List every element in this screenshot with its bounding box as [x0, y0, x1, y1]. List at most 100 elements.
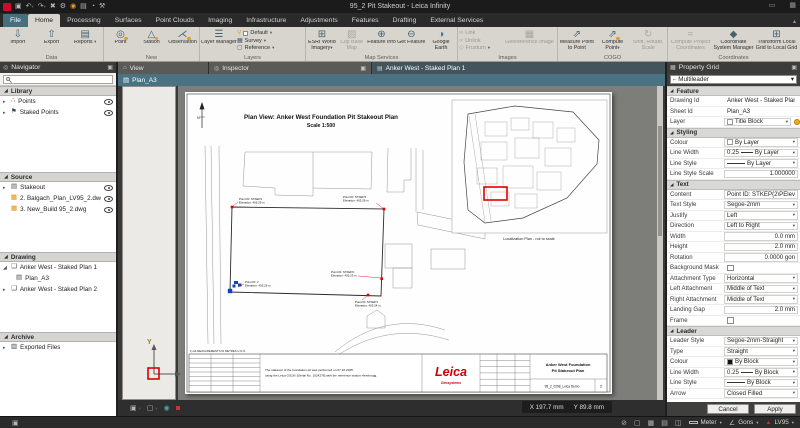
row-sheet-id[interactable]: Sheet IdPlan_A3	[667, 107, 800, 118]
row-justify[interactable]: JustifyLeft▾	[667, 211, 800, 222]
row-leader-line-style[interactable]: Line StyleBy Block▾	[667, 378, 800, 389]
tab-home[interactable]: Home	[28, 14, 60, 27]
background-mask-checkbox[interactable]	[727, 265, 734, 272]
row-line-style-scale[interactable]: Line Style Scale1.000000	[667, 169, 800, 180]
google-earth-button[interactable]: ◑Google Earth	[426, 28, 456, 53]
layer-checkbox[interactable]	[243, 31, 248, 36]
row-leader-type[interactable]: TypeStraight▾	[667, 347, 800, 358]
book-icon[interactable]: ◫	[675, 419, 682, 427]
visibility-eye-icon[interactable]	[104, 196, 113, 202]
tab-inspector[interactable]: ◎Inspector▣	[209, 62, 371, 74]
search-input[interactable]	[3, 75, 113, 84]
row-attachment-type[interactable]: Attachment TypeHorizontal▾	[667, 274, 800, 285]
library-section-header[interactable]: ◢Library	[0, 86, 116, 96]
import-button[interactable]: ⇩Import	[1, 28, 35, 53]
archive-section-header[interactable]: ◢Archive	[0, 332, 116, 342]
row-line-style[interactable]: Line StyleBy Layer▾	[667, 159, 800, 170]
row-landing-gap[interactable]: Landing Gap2.0 mm	[667, 305, 800, 316]
output-panel-icon[interactable]: ▣	[0, 419, 19, 427]
transform-local-grid-button[interactable]: ⊞Transform Local Grid to Local Grid	[755, 28, 798, 53]
tab-external-services[interactable]: External Services	[423, 14, 490, 27]
plan-sheet[interactable]: N Plan View: Anker West Foundation Pit S…	[185, 92, 612, 394]
nav-item-dwg-newbuild[interactable]: ▦3. New_Build 95_2.dwg	[0, 204, 116, 215]
tab-imaging[interactable]: Imaging	[201, 14, 239, 27]
section-styling[interactable]: ◢Styling	[667, 128, 800, 138]
pin-icon[interactable]: ▣	[360, 65, 366, 72]
nav-item-dwg-balgach[interactable]: ▦2. Balgach_Plan_LV95_2.dwg	[0, 193, 116, 204]
snap-mode-icon[interactable]: ▣ ▾	[130, 404, 141, 412]
row-left-attachment[interactable]: Left AttachmentMiddle of Text▾	[667, 284, 800, 295]
pin-icon[interactable]: ▣	[791, 64, 797, 71]
angle-unit-select[interactable]: ∠ Gons▾	[729, 419, 759, 427]
tab-staked-plan-1[interactable]: ▤Anker West - Staked Plan 1	[372, 62, 665, 74]
drawing-canvas[interactable]: N Plan View: Anker West Foundation Pit S…	[178, 86, 663, 400]
grid-icon[interactable]: ▦	[648, 419, 655, 427]
tab-drafting[interactable]: Drafting	[386, 14, 424, 27]
row-frame[interactable]: Frame	[667, 316, 800, 327]
section-leader[interactable]: ◢Leader	[667, 326, 800, 336]
multileader-select[interactable]: ⌐ Multileader▾	[670, 75, 797, 84]
nav-item-stakeout[interactable]: ▸▤Stakeout	[0, 182, 116, 193]
visibility-eye-icon[interactable]	[104, 207, 113, 213]
row-background-mask[interactable]: Background Mask	[667, 263, 800, 274]
minimize-icon[interactable]: ▭	[769, 1, 776, 9]
row-leader-line-width[interactable]: Line Width0.25By Block▾	[667, 368, 800, 379]
layer-manager-button[interactable]: ☰Layer Manager	[201, 28, 237, 53]
tab-features[interactable]: Features	[345, 14, 386, 27]
distance-unit-select[interactable]: Meter▾	[689, 419, 722, 426]
row-right-attachment[interactable]: Right AttachmentMiddle of Text▾	[667, 295, 800, 306]
ribbon-collapse-icon[interactable]: ▴	[793, 18, 796, 25]
reports-button[interactable]: ▤Reports ▾	[68, 28, 102, 53]
layer-survey-select[interactable]: ▦Survey▾	[237, 38, 304, 44]
crs-select[interactable]: ▲ LV95▾	[766, 419, 794, 426]
observation-button[interactable]: ⋌Observation	[167, 28, 198, 53]
compute-point-button[interactable]: ⇗Compute Point▾	[595, 28, 631, 53]
coordinate-system-manager-button[interactable]: ◆Coordinate System Manager	[712, 28, 755, 53]
visibility-eye-icon[interactable]	[104, 99, 113, 105]
sheet-tab-plan-a3[interactable]: ▤Plan_A3	[118, 74, 665, 86]
row-leader-colour[interactable]: ColourBy Block▾	[667, 357, 800, 368]
station-button[interactable]: △Station	[136, 28, 167, 53]
nav-item-staked-plan-2[interactable]: ▸❏Anker West - Staked Plan 2	[0, 284, 116, 295]
canvas-scrollbar[interactable]	[657, 86, 663, 400]
tab-surfaces[interactable]: Surfaces	[108, 14, 149, 27]
drawing-section-header[interactable]: ◢Drawing	[0, 252, 116, 262]
ortho-mode-icon[interactable]: ▢ ▾	[147, 404, 158, 412]
nav-item-exported-files[interactable]: ▸▥Exported Files	[0, 342, 116, 353]
layers-icon[interactable]: ▤	[661, 419, 668, 427]
measure-point-to-point-button[interactable]: ⇗Measure Point to Point	[559, 28, 595, 53]
export-button[interactable]: ⇧Export	[35, 28, 69, 53]
row-line-width[interactable]: Line Width0.25By Layer▾	[667, 148, 800, 159]
visibility-eye-icon[interactable]	[104, 185, 113, 191]
get-feature-button[interactable]: ⊖Get Feature	[396, 28, 426, 53]
tab-adjustments[interactable]: Adjustments	[293, 14, 344, 27]
nav-item-staked-points[interactable]: ▸⚑Staked Points	[0, 107, 116, 118]
bulb-icon[interactable]	[794, 119, 800, 125]
esri-world-imagery-button[interactable]: ⊞ESRI World Imagery▾	[307, 28, 337, 53]
row-leader-style[interactable]: Leader StyleSegoe-2mm-Straight▾	[667, 336, 800, 347]
apply-button[interactable]: Apply	[754, 404, 796, 414]
osnap-icon[interactable]: ◉	[164, 404, 170, 412]
section-text[interactable]: ◢Text	[667, 180, 800, 190]
tab-point-clouds[interactable]: Point Clouds	[149, 14, 202, 27]
row-colour[interactable]: ColourBy Layer▾	[667, 138, 800, 149]
row-height[interactable]: Height2.0 mm	[667, 242, 800, 253]
row-arrow[interactable]: ArrowClosed Filled▾	[667, 389, 800, 400]
pin-icon[interactable]: ▣	[107, 64, 113, 71]
cancel-button[interactable]: Cancel	[707, 404, 749, 414]
layer-default-select[interactable]: ⚲Default▾	[237, 30, 304, 36]
snap-icon[interactable]: ▢	[634, 419, 641, 427]
selection-filter-icon[interactable]: ⊘	[621, 419, 627, 427]
tab-file[interactable]: File	[3, 14, 28, 27]
nav-item-plan-a3[interactable]: ▤Plan_A3	[0, 273, 116, 284]
tab-view[interactable]: ⌂View	[118, 62, 208, 74]
row-text-style[interactable]: Text StyleSegoe-2mm▾	[667, 200, 800, 211]
row-rotation[interactable]: Rotation0.0000 gon	[667, 253, 800, 264]
row-drawing-id[interactable]: Drawing IdAnker West - Staked Plan 1	[667, 96, 800, 107]
row-width[interactable]: Width0.0 mm	[667, 232, 800, 243]
nav-item-points[interactable]: ▸∴Points	[0, 96, 116, 107]
nav-item-staked-plan-1[interactable]: ◢❏Anker West - Staked Plan 1	[0, 262, 116, 273]
point-button[interactable]: ◎Point	[105, 28, 136, 53]
feature-info-button[interactable]: ⊕Feature Info	[367, 28, 397, 53]
row-layer[interactable]: LayerTitle Block▾	[667, 117, 800, 128]
